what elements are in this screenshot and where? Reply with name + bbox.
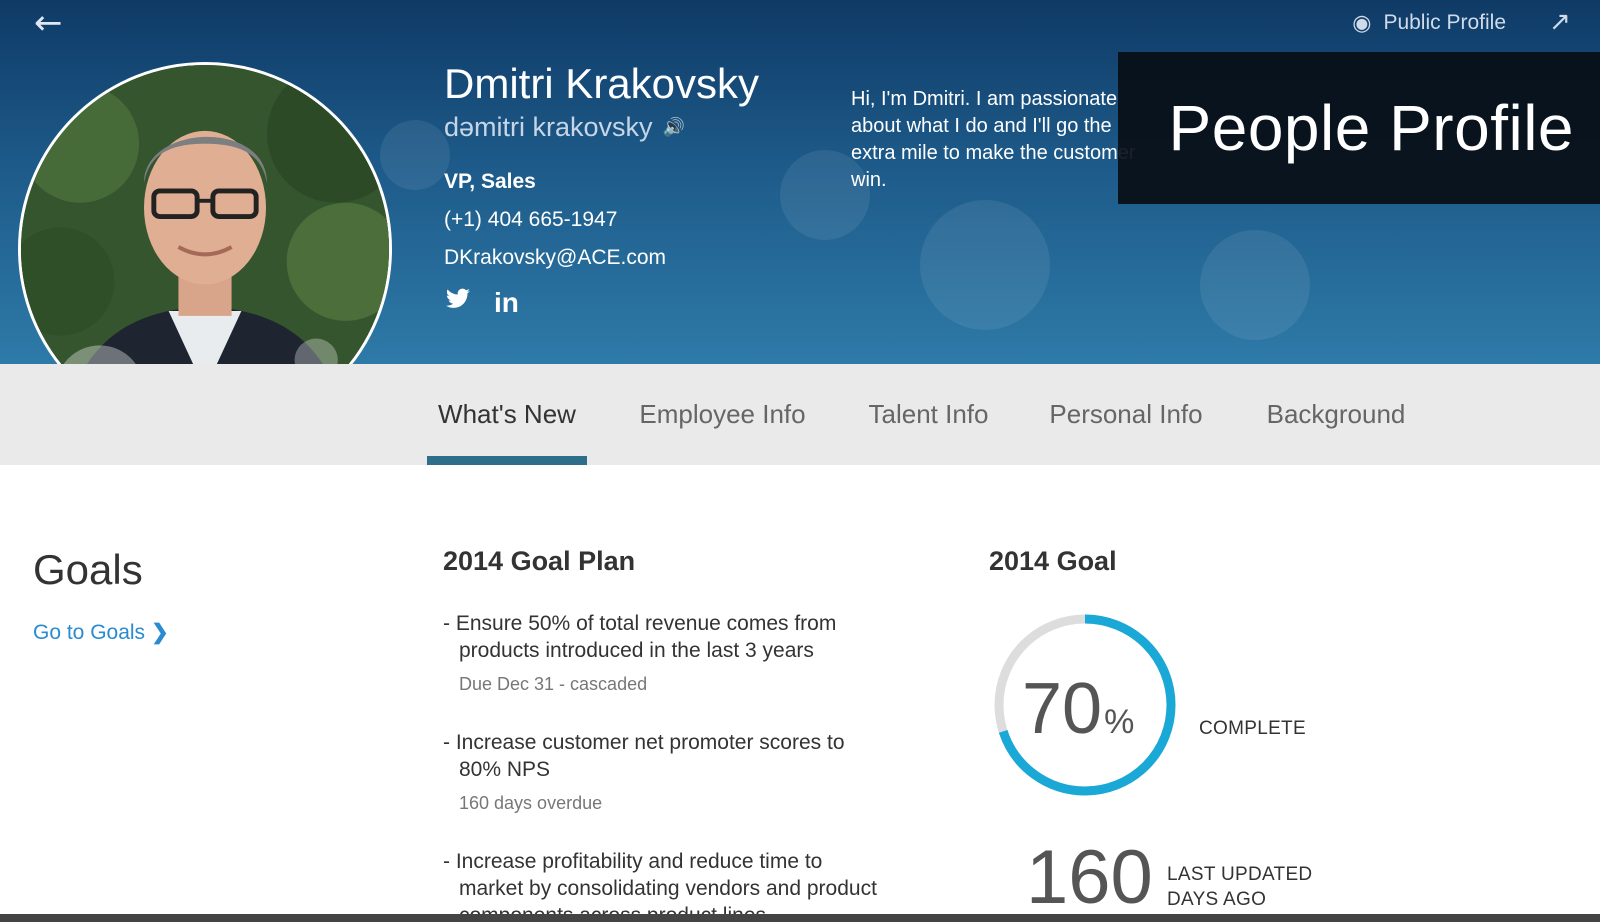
social-links: in bbox=[444, 286, 519, 319]
bokeh-decoration bbox=[920, 200, 1050, 330]
phone-number[interactable]: (+1) 404 665-1947 bbox=[444, 208, 617, 232]
people-profile-watermark: People Profile bbox=[1118, 52, 1600, 204]
phonetic-text: dəmitri krakovsky bbox=[444, 112, 653, 142]
speaker-icon[interactable]: 🔊 bbox=[663, 117, 685, 138]
go-to-goals-label: Go to Goals bbox=[33, 621, 146, 644]
job-title: VP, Sales bbox=[444, 170, 536, 193]
tab-label: Talent Info bbox=[868, 399, 989, 429]
profile-name: Dmitri Krakovsky bbox=[444, 60, 760, 107]
linkedin-icon[interactable]: in bbox=[494, 287, 519, 319]
profile-bio: Hi, I'm Dmitri. I am passionate about wh… bbox=[851, 88, 1136, 191]
tab-whats-new[interactable]: What's New bbox=[427, 364, 587, 465]
bottom-edge-bar bbox=[0, 914, 1600, 922]
last-updated-label: LAST UPDATED DAYS AGO bbox=[1167, 862, 1312, 912]
goals-heading: Goals bbox=[33, 546, 143, 593]
progress-number: 70 bbox=[1022, 669, 1103, 749]
share-icon[interactable]: ↗ bbox=[1540, 4, 1580, 40]
phonetic-name: dəmitri krakovsky 🔊 bbox=[444, 112, 685, 143]
tab-label: Personal Info bbox=[1049, 399, 1203, 429]
active-tab-indicator bbox=[427, 456, 587, 465]
bokeh-decoration bbox=[380, 120, 450, 190]
tab-talent-info[interactable]: Talent Info bbox=[856, 364, 1001, 465]
tab-bar: What's New Employee Info Talent Info Per… bbox=[0, 364, 1600, 465]
complete-label: COMPLETE bbox=[1199, 718, 1306, 739]
goal-item[interactable]: - Increase customer net promoter scores … bbox=[443, 729, 883, 814]
goal-item[interactable]: - Ensure 50% of total revenue comes from… bbox=[443, 610, 883, 695]
percent-sign: % bbox=[1104, 703, 1135, 741]
progress-value: 70% bbox=[1022, 668, 1152, 750]
public-profile-label: Public Profile bbox=[1383, 11, 1506, 34]
chevron-right-icon: ❯ bbox=[151, 621, 169, 644]
days-since-update: 160 bbox=[1026, 835, 1153, 920]
back-arrow-icon[interactable]: ← bbox=[34, 6, 74, 40]
goal-meta: Due Dec 31 - cascaded bbox=[459, 674, 648, 694]
bokeh-decoration bbox=[1200, 230, 1310, 340]
tab-personal-info[interactable]: Personal Info bbox=[1036, 364, 1216, 465]
eye-icon: ◉ bbox=[1352, 10, 1372, 36]
goal-item[interactable]: - Increase profitability and reduce time… bbox=[443, 848, 883, 914]
tab-employee-info[interactable]: Employee Info bbox=[625, 364, 820, 465]
tab-label: What's New bbox=[438, 399, 576, 429]
tab-label: Background bbox=[1266, 399, 1406, 429]
twitter-icon[interactable] bbox=[444, 286, 472, 319]
goal-plan-title: 2014 Goal Plan bbox=[443, 546, 636, 576]
tab-label: Employee Info bbox=[639, 399, 806, 429]
goal-meta: 160 days overdue bbox=[459, 793, 603, 813]
goal-text: - Increase profitability and reduce time… bbox=[443, 850, 877, 914]
email-address[interactable]: DKrakovsky@ACE.com bbox=[444, 246, 666, 270]
last-updated-line: LAST UPDATED bbox=[1167, 864, 1313, 885]
goal-summary-title: 2014 Goal bbox=[989, 546, 1117, 576]
public-profile-button[interactable]: ◉ Public Profile bbox=[1352, 6, 1506, 40]
days-ago-line: DAYS AGO bbox=[1167, 889, 1267, 910]
go-to-goals-link[interactable]: Go to Goals ❯ bbox=[33, 620, 169, 645]
tab-background[interactable]: Background bbox=[1256, 364, 1416, 465]
goal-text: - Increase customer net promoter scores … bbox=[443, 731, 845, 781]
goal-text: - Ensure 50% of total revenue comes from… bbox=[443, 612, 837, 662]
